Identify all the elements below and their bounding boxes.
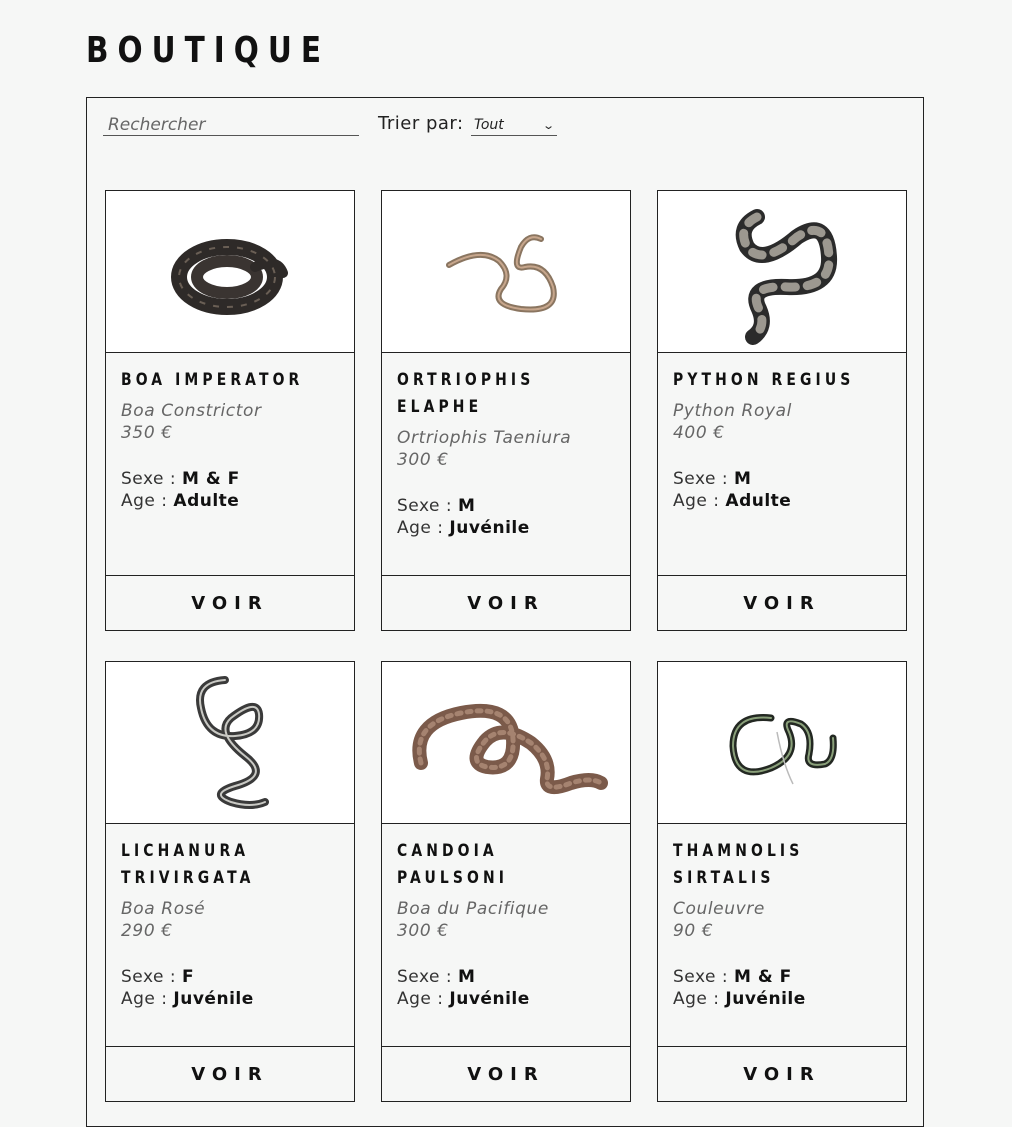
product-card: THAMNOLIS SIRTALIS Couleuvre 90 € Sexe :…: [657, 661, 907, 1102]
age-label: Age :: [673, 989, 720, 1009]
age-label: Age :: [121, 989, 168, 1009]
product-card: ORTRIOPHIS ELAPHE Ortriophis Taeniura 30…: [381, 190, 631, 631]
age-value: Juvénile: [449, 518, 530, 538]
sexe-value: M & F: [182, 469, 240, 489]
voir-button[interactable]: VOIR: [106, 1047, 354, 1102]
age-label: Age :: [121, 491, 168, 511]
sexe-value: M: [734, 469, 752, 489]
voir-button[interactable]: VOIR: [658, 1047, 906, 1102]
age-label: Age :: [673, 491, 720, 511]
search-input[interactable]: [103, 114, 359, 136]
age-value: Adulte: [725, 491, 792, 511]
snake-image: [196, 675, 269, 809]
age-value: Juvénile: [449, 989, 530, 1009]
voir-button[interactable]: VOIR: [382, 576, 630, 631]
product-price: 350 €: [121, 423, 173, 443]
product-image[interactable]: [106, 191, 354, 353]
age-value: Juvénile: [725, 989, 806, 1009]
product-card: CANDOIA PAULSONI Boa du Pacifique 300 € …: [381, 661, 631, 1102]
sexe-value: F: [182, 967, 195, 987]
voir-button[interactable]: VOIR: [106, 576, 354, 631]
product-price: 300 €: [397, 450, 449, 470]
snake-image: [171, 238, 288, 315]
snake-image: [729, 713, 837, 784]
product-name: BOA IMPERATOR: [121, 370, 304, 390]
sort-label: Trier par:: [378, 113, 464, 134]
product-image[interactable]: [658, 662, 906, 824]
product-image[interactable]: [106, 662, 354, 824]
age-value: Juvénile: [173, 989, 254, 1009]
sexe-label: Sexe :: [397, 496, 453, 516]
product-common-name: Python Royal: [673, 401, 792, 421]
sexe-label: Sexe :: [673, 469, 729, 489]
age-label: Age :: [397, 518, 444, 538]
sexe-value: M: [458, 967, 476, 987]
product-common-name: Ortriophis Taeniura: [397, 428, 572, 448]
page-title: BOUTIQUE: [86, 30, 331, 71]
product-common-name: Boa Constrictor: [121, 401, 262, 421]
product-name: PYTHON REGIUS: [673, 370, 855, 390]
product-name: LICHANURA TRIVIRGATA: [121, 841, 255, 888]
sexe-value: M & F: [734, 967, 792, 987]
sort-selected-value: Tout: [474, 117, 504, 133]
product-price: 290 €: [121, 921, 173, 941]
product-common-name: Boa du Pacifique: [397, 899, 549, 919]
voir-button[interactable]: VOIR: [382, 1047, 630, 1102]
product-price: 90 €: [673, 921, 714, 941]
snake-image: [446, 233, 557, 313]
chevron-down-icon: ⌄: [541, 118, 555, 132]
product-image[interactable]: [382, 662, 630, 824]
product-common-name: Boa Rosé: [121, 899, 206, 919]
product-name: CANDOIA PAULSONI: [397, 841, 509, 888]
product-name: ORTRIOPHIS ELAPHE: [397, 370, 535, 417]
snake-image: [735, 208, 838, 345]
sexe-value: M: [458, 496, 476, 516]
product-price: 300 €: [397, 921, 449, 941]
shop-container: Trier par: Tout ⌄ BOA IMPERATOR Boa Cons…: [86, 97, 924, 1127]
age-value: Adulte: [173, 491, 240, 511]
sexe-label: Sexe :: [121, 967, 177, 987]
snake-image: [412, 703, 608, 794]
sexe-label: Sexe :: [673, 967, 729, 987]
product-price: 400 €: [673, 423, 725, 443]
sexe-label: Sexe :: [121, 469, 177, 489]
product-image[interactable]: [658, 191, 906, 353]
product-image[interactable]: [382, 191, 630, 353]
age-label: Age :: [397, 989, 444, 1009]
sexe-label: Sexe :: [397, 967, 453, 987]
product-card: PYTHON REGIUS Python Royal 400 € Sexe : …: [657, 190, 907, 631]
voir-button[interactable]: VOIR: [658, 576, 906, 631]
product-common-name: Couleuvre: [673, 899, 765, 919]
product-name: THAMNOLIS SIRTALIS: [673, 841, 804, 888]
sort-select[interactable]: Tout ⌄: [471, 115, 557, 136]
product-card: BOA IMPERATOR Boa Constrictor 350 € Sexe…: [105, 190, 355, 631]
product-card: LICHANURA TRIVIRGATA Boa Rosé 290 € Sexe…: [105, 661, 355, 1102]
